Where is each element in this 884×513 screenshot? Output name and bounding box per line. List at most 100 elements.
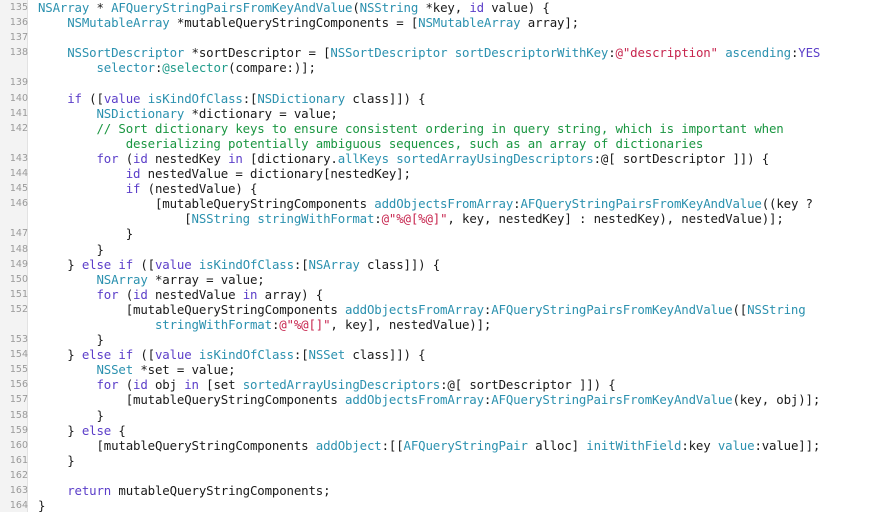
line-number: 136 [9,17,28,29]
line-number: 164 [9,500,28,512]
code-token-keyword: value [154,347,192,363]
code-line-row[interactable]: 143 for (id nestedKey in [dictionary.all… [0,151,884,166]
code-line-content[interactable]: NSArray *array = value; [32,272,884,287]
code-line-content[interactable]: for (id obj in [set sortedArrayUsingDesc… [32,377,884,392]
code-line-row[interactable]: 151 for (id nestedValue in array) { [0,287,884,302]
code-token-func: stringWithFormat [154,316,272,332]
code-line-content[interactable]: [mutableQueryStringComponents addObjects… [32,302,884,317]
code-line-content[interactable]: NSSortDescriptor *sortDescriptor = [NSSo… [32,45,884,60]
code-line-row[interactable]: 140 if ([value isKindOfClass:[NSDictiona… [0,91,884,106]
source-code-viewer[interactable]: 135 NSArray * AFQueryStringPairsFromKeyAn… [0,0,884,513]
code-line-row[interactable]: [NSString stringWithFormat:@"%@[%@]", ke… [0,211,884,226]
line-number: 139 [9,77,28,89]
code-token-type: NSArray [96,271,148,287]
code-line-content[interactable]: } else if ([value isKindOfClass:[NSArray… [32,257,884,272]
code-line-content[interactable] [32,30,884,45]
code-line-row[interactable]: 150 NSArray *array = value; [0,272,884,287]
code-line-row[interactable]: 160 [mutableQueryStringComponents addObj… [0,438,884,453]
code-line-content[interactable]: } else if ([value isKindOfClass:[NSSet c… [32,347,884,362]
code-line-row[interactable]: 139 [0,75,884,90]
code-line-content[interactable] [32,468,884,483]
line-number: 137 [9,32,28,44]
code-token-plain: nestedKey [147,150,229,166]
code-line-row[interactable]: 138 NSSortDescriptor *sortDescriptor = [… [0,45,884,60]
code-line-content[interactable]: } else { [32,423,884,438]
code-token-plain: } [38,407,104,423]
code-line-row[interactable]: 158 } [0,408,884,423]
code-line-row[interactable]: selector:@selector(compare:)]; [0,60,884,75]
code-line-content[interactable]: NSMutableArray *mutableQueryStringCompon… [32,15,884,30]
code-line-content[interactable]: } [32,332,884,347]
code-line-row[interactable]: 161 } [0,453,884,468]
code-line-row[interactable]: 149 } else if ([value isKindOfClass:[NSA… [0,257,884,272]
code-token-plain: :value]]; [754,437,821,453]
code-line-row[interactable]: 157 [mutableQueryStringComponents addObj… [0,392,884,407]
code-line-row[interactable]: 144 id nestedValue = dictionary[nestedKe… [0,166,884,181]
code-line-content[interactable]: if (nestedValue) { [32,181,884,196]
code-line-content[interactable]: if ([value isKindOfClass:[NSDictionary c… [32,91,884,106]
code-line-row[interactable]: 135 NSArray * AFQueryStringPairsFromKeyAn… [0,0,884,15]
code-line-content[interactable]: stringWithFormat:@"%@[]", key], nestedVa… [32,317,884,332]
code-line-content[interactable]: [mutableQueryStringComponents addObject:… [32,438,884,453]
code-line-row[interactable]: 142 // Sort dictionary keys to ensure co… [0,121,884,136]
code-line-row[interactable]: deserializing potentially ambiguous sequ… [0,136,884,151]
code-token-plain: class]]) { [359,256,441,272]
code-line-row[interactable]: 163 return mutableQueryStringComponents; [0,483,884,498]
code-line-content[interactable]: NSSet *set = value; [32,362,884,377]
code-line-row[interactable]: 152 [mutableQueryStringComponents addObj… [0,302,884,317]
code-line-content[interactable]: // Sort dictionary keys to ensure consis… [32,121,884,136]
code-line-row[interactable]: 148 } [0,242,884,257]
code-line-content[interactable]: } [32,453,884,468]
code-token-plain: :[[ [381,437,404,453]
code-line-row[interactable]: stringWithFormat:@"%@[]", key], nestedVa… [0,317,884,332]
code-line-row[interactable]: 164} [0,498,884,513]
code-line-content[interactable]: for (id nestedValue in array) { [32,287,884,302]
code-token-plain: array]; [520,15,579,31]
line-number [0,317,32,332]
code-line-row[interactable]: 156 for (id obj in [set sortedArrayUsing… [0,377,884,392]
code-line-content[interactable]: [NSString stringWithFormat:@"%@[%@]", ke… [32,211,884,226]
code-token-keyword: id [133,150,148,166]
code-token-plain: } [38,347,82,363]
code-line-row[interactable]: 146 [mutableQueryStringComponents addObj… [0,196,884,211]
code-line-row[interactable]: 141 NSDictionary *dictionary = value; [0,106,884,121]
code-token-plain: [set [198,377,243,393]
code-token-keyword: if [125,181,141,197]
code-line-content[interactable]: selector:@selector(compare:)]; [32,60,884,75]
code-line-row[interactable]: 137 [0,30,884,45]
code-line-row[interactable]: 154 } else if ([value isKindOfClass:[NSS… [0,347,884,362]
code-token-keyword: value [103,90,141,106]
code-line-content[interactable]: } [32,226,884,241]
code-line-content[interactable]: for (id nestedKey in [dictionary.allKeys… [32,151,884,166]
code-token-plain: nestedValue [147,286,243,302]
code-line-content[interactable]: } [32,498,884,513]
code-line-row[interactable]: 136 NSMutableArray *mutableQueryStringCo… [0,15,884,30]
code-line-content[interactable]: NSArray * AFQueryStringPairsFromKeyAndVa… [32,0,884,15]
code-token-func: ascending [725,45,791,61]
code-line-row[interactable]: 153 } [0,332,884,347]
code-line-content[interactable]: } [32,242,884,257]
code-token-plain: ([ [732,301,748,317]
code-line-row[interactable]: 162 [0,468,884,483]
code-line-row[interactable]: 145 if (nestedValue) { [0,181,884,196]
code-line-content[interactable]: deserializing potentially ambiguous sequ… [32,136,884,151]
code-line-row[interactable]: 155 NSSet *set = value; [0,362,884,377]
code-line-content[interactable]: } [32,408,884,423]
code-line-content[interactable]: [mutableQueryStringComponents addObjects… [32,392,884,407]
line-number: 135 [9,2,28,13]
code-line-row[interactable]: 147 } [0,226,884,241]
code-line-content[interactable]: [mutableQueryStringComponents addObjects… [32,196,884,211]
code-token-plain: [dictionary. [242,150,338,166]
code-line-content[interactable] [32,75,884,90]
code-token-plain: nestedValue = dictionary[nestedKey]; [140,166,411,182]
code-line-content[interactable]: id nestedValue = dictionary[nestedKey]; [32,166,884,181]
code-token-plain: : [374,211,382,227]
code-line-row[interactable]: 159 } else { [0,423,884,438]
code-line-content[interactable]: return mutableQueryStringComponents; [32,483,884,498]
code-line-content[interactable]: NSDictionary *dictionary = value; [32,106,884,121]
code-token-plain: (key, obj)]; [732,392,821,408]
code-token-plain: *sortDescriptor = [ [184,45,331,61]
